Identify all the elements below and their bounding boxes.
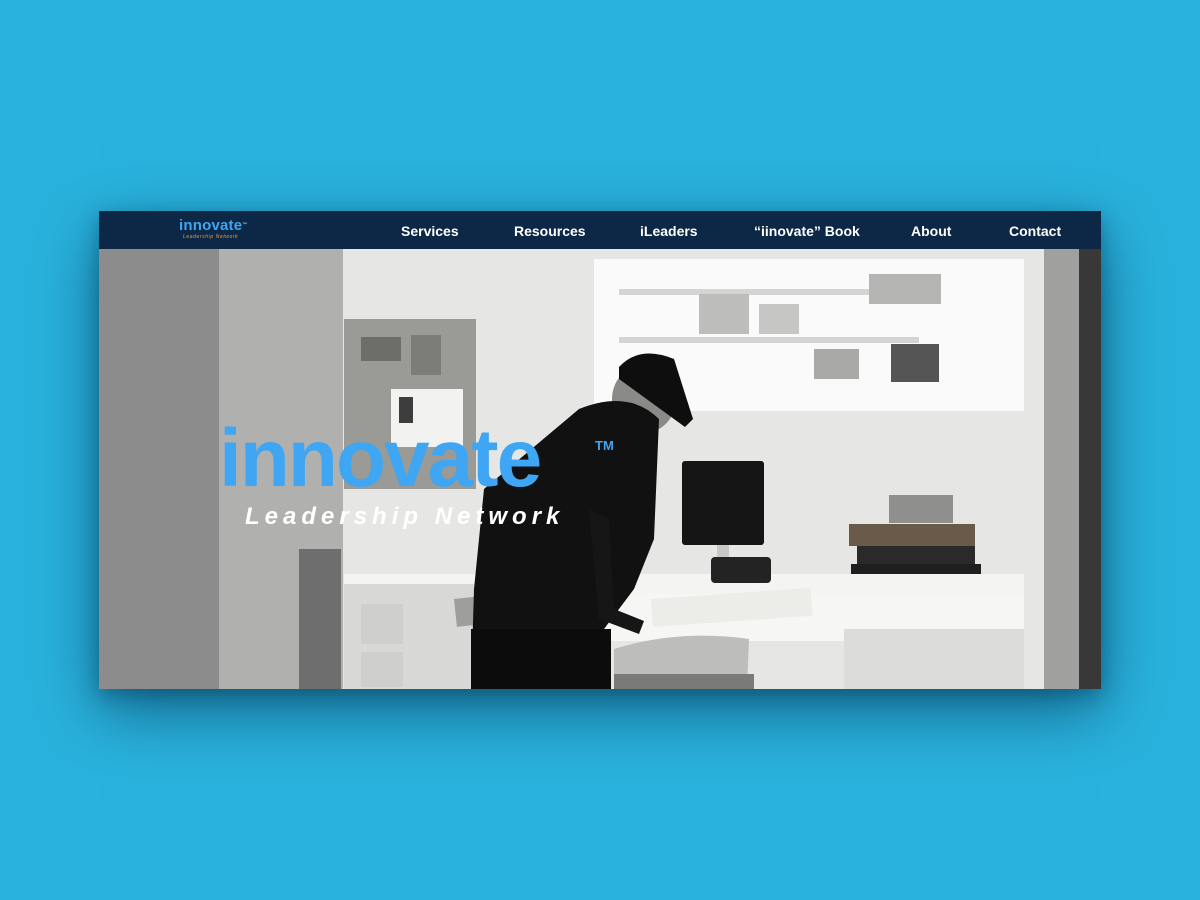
- nav-link-services[interactable]: Services: [401, 223, 459, 239]
- hero-title: innovate: [219, 413, 542, 504]
- hero-section: innovate TM Leadership Network: [99, 249, 1101, 689]
- hero-trademark: TM: [595, 438, 614, 453]
- nav-link-ileaders[interactable]: iLeaders: [640, 223, 698, 239]
- top-navigation-bar: innovate™ Leadership Network Services Re…: [99, 211, 1101, 249]
- nav-links: Services Resources iLeaders “iinovate” B…: [99, 211, 1101, 249]
- website-screenshot: innovate™ Leadership Network Services Re…: [99, 211, 1101, 689]
- nav-link-book[interactable]: “iinovate” Book: [754, 223, 860, 239]
- hero-subtitle: Leadership Network: [245, 503, 565, 530]
- nav-link-about[interactable]: About: [911, 223, 951, 239]
- nav-link-contact[interactable]: Contact: [1009, 223, 1061, 239]
- nav-link-resources[interactable]: Resources: [514, 223, 586, 239]
